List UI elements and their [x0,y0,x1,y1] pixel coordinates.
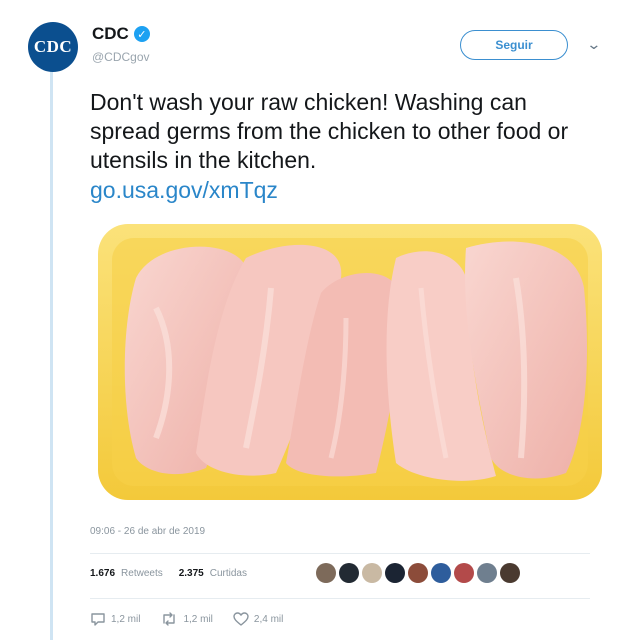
tweet-actions: 1,2 mil 1,2 mil 2,4 mil [90,612,283,626]
retweets-count[interactable]: 1.676 [90,568,115,579]
avatar-text: CDC [33,37,73,56]
follow-button[interactable]: Seguir [460,30,568,60]
raw-chicken-tray-photo [98,224,602,500]
reply-icon [91,613,105,626]
chevron-down-icon[interactable]: ⌄ [586,36,601,53]
divider [90,553,590,554]
liker-avatar[interactable] [431,563,451,583]
liker-avatar[interactable] [477,563,497,583]
verified-badge-icon: ✓ [133,26,150,42]
liker-avatar[interactable] [316,563,336,583]
liker-avatars [316,563,520,583]
liker-avatar[interactable] [385,563,405,583]
retweet-count: 1,2 mil [183,613,213,625]
like-button[interactable]: 2,4 mil [233,612,283,626]
liker-avatar[interactable] [408,563,428,583]
likes-label[interactable]: Curtidas [210,568,247,579]
tweet-card: CDC CDC ✓ @CDCgov Seguir ⌄ Don't wash yo… [0,0,640,640]
retweets-label[interactable]: Retweets [121,568,163,579]
reply-button[interactable]: 1,2 mil [90,612,140,626]
display-name[interactable]: CDC [92,24,129,44]
retweet-button[interactable]: 1,2 mil [160,612,213,626]
tweet-link[interactable]: go.usa.gov/xmTqz [90,176,278,205]
thread-line [50,70,53,640]
liker-avatar[interactable] [339,563,359,583]
tweet-text: Don't wash your raw chicken! Washing can… [90,89,569,173]
retweet-icon [163,612,176,626]
engagement-stats: 1.676 Retweets 2.375 Curtidas [90,568,257,579]
author-name-row: CDC ✓ [92,24,150,44]
tweet-media-image[interactable] [96,218,604,502]
like-count: 2,4 mil [253,613,284,625]
timestamp[interactable]: 09:06 - 26 de abr de 2019 [90,526,205,537]
liker-avatar[interactable] [454,563,474,583]
heart-icon [233,612,249,626]
divider [90,598,590,599]
handle[interactable]: @CDCgov [92,50,150,64]
liker-avatar[interactable] [500,563,520,583]
liker-avatar[interactable] [362,563,382,583]
likes-count[interactable]: 2.375 [179,568,204,579]
reply-count: 1,2 mil [111,613,141,625]
avatar[interactable]: CDC [28,22,78,72]
